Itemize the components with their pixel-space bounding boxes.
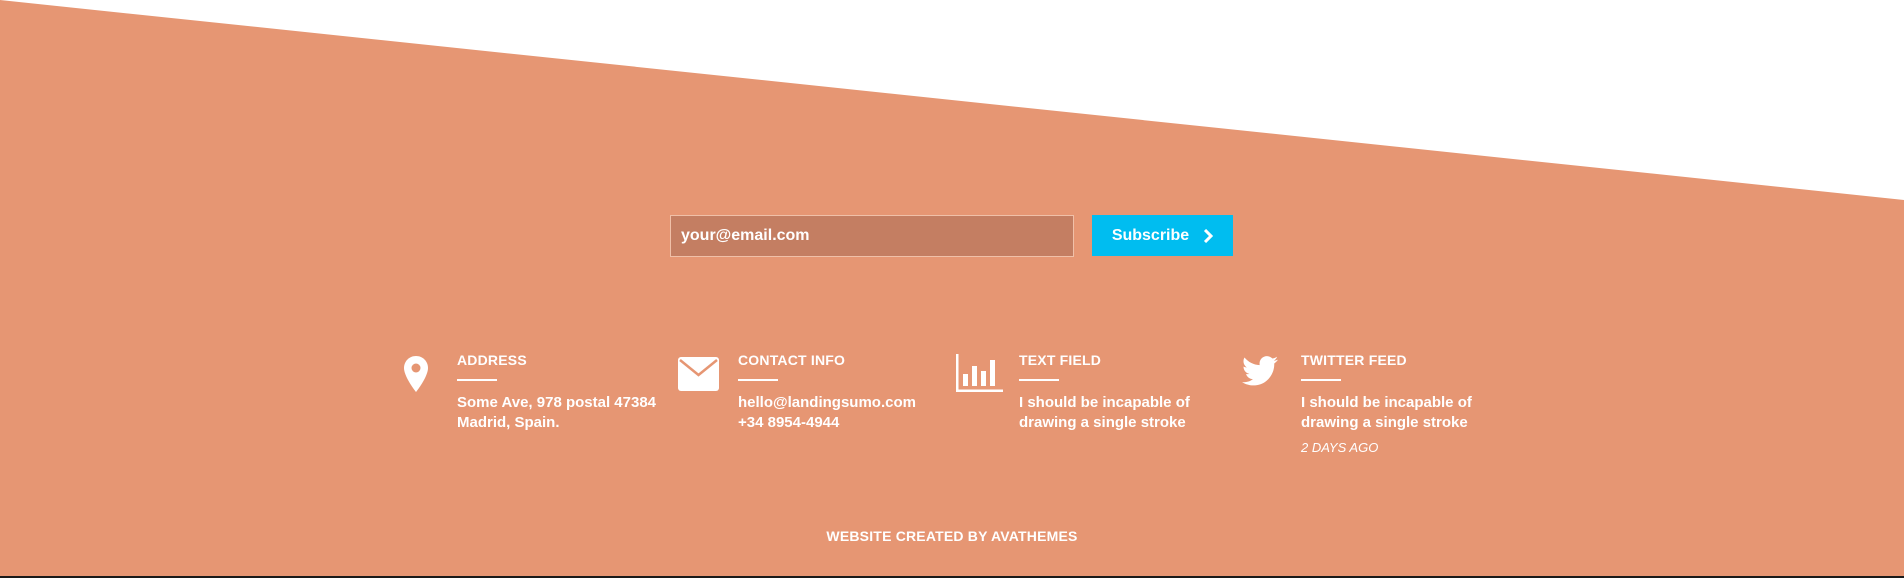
twitter-feed-title: TWITTER FEED <box>1301 352 1407 368</box>
top-diagonal-shape <box>0 0 1904 200</box>
address-line: Some Ave, 978 postal 47384 <box>457 394 656 411</box>
chevron-right-icon <box>1204 228 1214 243</box>
twitter-icon[interactable] <box>1242 356 1278 386</box>
map-pin-icon <box>404 356 428 392</box>
tweet-timestamp: 2 DAYS AGO <box>1301 440 1379 455</box>
title-divider <box>457 379 497 381</box>
tweet-text: drawing a single stroke <box>1301 414 1468 431</box>
contact-title: CONTACT INFO <box>738 352 846 368</box>
title-divider <box>738 379 778 381</box>
email-input[interactable] <box>670 215 1074 257</box>
subscribe-button-label: Subscribe <box>1111 226 1190 244</box>
footer-credit: WEBSITE CREATED BY AVATHEMES <box>826 528 1078 544</box>
title-divider <box>1301 379 1341 381</box>
address-title: ADDRESS <box>457 352 527 368</box>
subscribe-button[interactable]: Subscribe <box>1092 215 1233 256</box>
title-divider <box>1019 379 1059 381</box>
text-field-title: TEXT FIELD <box>1019 352 1102 368</box>
tweet-text: I should be incapable of <box>1301 394 1472 411</box>
address-line: Madrid, Spain. <box>457 414 560 431</box>
contact-phone: +34 8954-4944 <box>738 414 840 431</box>
text-field-line: drawing a single stroke <box>1019 414 1186 431</box>
text-field-line: I should be incapable of <box>1019 394 1190 411</box>
envelope-icon <box>678 357 719 391</box>
contact-email[interactable]: hello@landingsumo.com <box>738 393 978 413</box>
bar-chart-icon <box>956 354 1003 392</box>
subscribe-form: Subscribe <box>670 215 1233 257</box>
